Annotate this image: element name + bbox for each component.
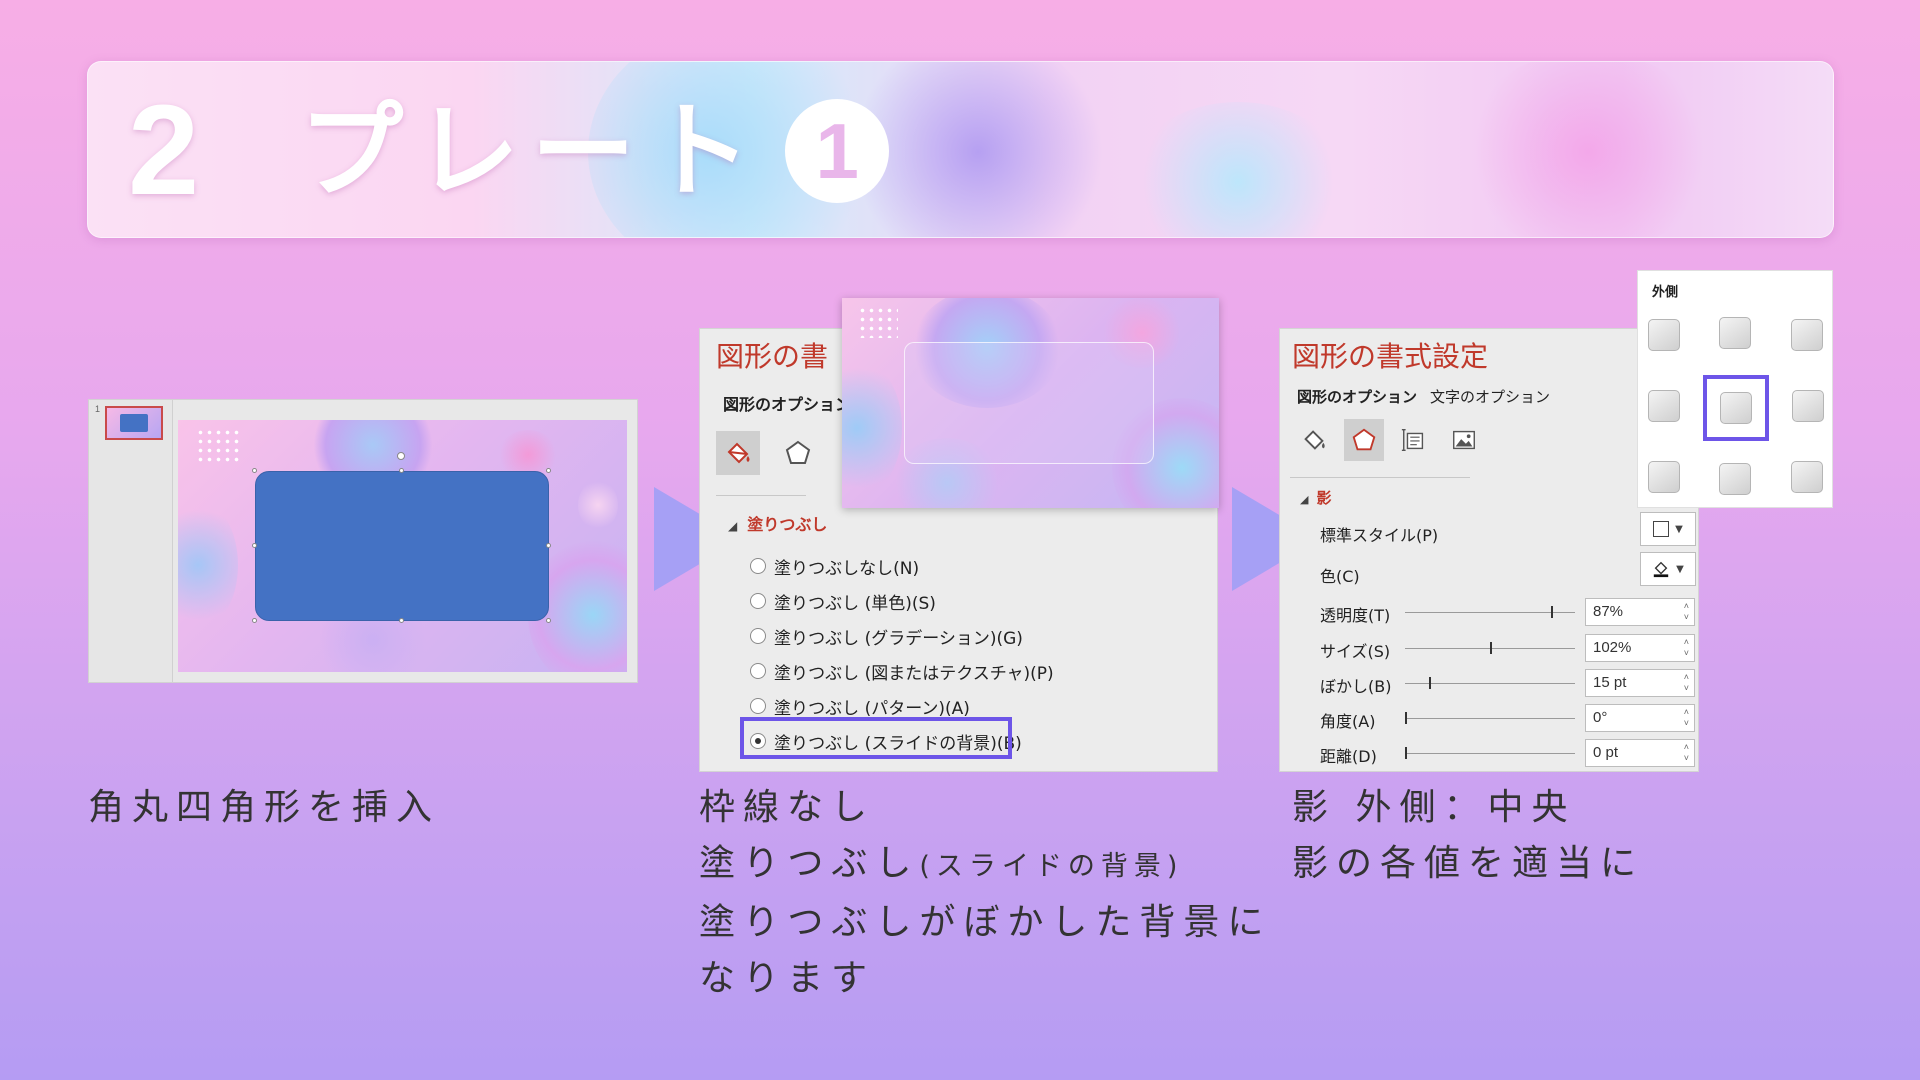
paint-bucket-icon	[1653, 561, 1669, 578]
thumbnail-rail: 1	[89, 400, 173, 682]
color-label: 色(C)	[1320, 567, 1360, 586]
transparency-slider[interactable]	[1405, 606, 1575, 618]
angle-slider[interactable]	[1405, 712, 1575, 724]
step1-caption: 角丸四角形を挿入	[88, 787, 441, 828]
blurred-slide-preview	[842, 298, 1219, 508]
angle-input[interactable]: 0° ˄ ˅	[1585, 704, 1695, 732]
fill-line-icon[interactable]	[1294, 419, 1334, 461]
slide-canvas	[178, 420, 627, 672]
slide-thumbnail[interactable]	[105, 406, 163, 440]
picture-icon[interactable]	[1444, 419, 1484, 461]
panel-title: 図形の書	[716, 340, 829, 373]
tab-shape-options[interactable]: 図形のオプション	[1297, 386, 1417, 407]
transparency-input[interactable]: 87% ˄ ˅	[1585, 598, 1695, 626]
thumbnail-number: 1	[95, 404, 101, 414]
rotate-handle[interactable]	[397, 452, 405, 460]
highlight-box	[1703, 375, 1769, 441]
chevron-down-icon: ▼	[1675, 523, 1683, 535]
panel-title: 図形の書式設定	[1292, 340, 1489, 373]
shadow-option-right[interactable]	[1792, 390, 1824, 422]
fill-line-icon[interactable]	[716, 431, 760, 475]
shadow-presets-dropdown[interactable]: ▼	[1640, 512, 1696, 546]
highlight-box	[740, 717, 1012, 759]
radio-picture-fill[interactable]: 塗りつぶし (図またはテクスチャ)(P)	[750, 659, 1054, 684]
shadow-option-top-left[interactable]	[1648, 319, 1680, 351]
step3-caption: 影 外側：中央 影の各値を適当に	[1292, 787, 1645, 884]
panel-icon-bar	[716, 431, 856, 479]
panel-icon-bar	[1294, 419, 1494, 465]
page-title: 2 プレート 1	[128, 76, 890, 226]
section-shadow[interactable]: ◢ 影	[1300, 487, 1331, 508]
size-input[interactable]: 102% ˄ ˅	[1585, 634, 1695, 662]
blurred-rounded-rectangle	[904, 342, 1154, 464]
blur-input[interactable]: 15 pt ˄ ˅	[1585, 669, 1695, 697]
angle-label: 角度(A)	[1320, 712, 1376, 731]
shadow-option-top-right[interactable]	[1791, 319, 1823, 351]
size-slider[interactable]	[1405, 642, 1575, 654]
format-shape-panel-shadow: 図形の書式設定 図形のオプション 文字のオプション ◢ 影 標準スタイル(P) ▼…	[1279, 328, 1699, 772]
shadow-option-bottom-right[interactable]	[1791, 461, 1823, 493]
effects-pentagon-icon[interactable]	[1344, 419, 1384, 461]
square-icon	[1653, 521, 1670, 537]
slide-editor-screenshot: 1	[88, 399, 638, 683]
tab-text-options[interactable]: 文字のオプション	[1430, 386, 1550, 407]
effects-pentagon-icon[interactable]	[776, 431, 820, 475]
section-number: 2	[128, 79, 200, 222]
title-banner: 2 プレート 1	[87, 61, 1834, 238]
gallery-heading: 外側	[1652, 285, 1679, 300]
circled-number: 1	[785, 99, 890, 203]
step2-caption: 枠線なし 塗りつぶし(スライドの背景) 塗りつぶしがぼかした背景に なります	[699, 787, 1272, 999]
radio-no-fill[interactable]: 塗りつぶしなし(N)	[750, 554, 919, 579]
section-fill[interactable]: ◢ 塗りつぶし	[728, 511, 827, 535]
shadow-option-bottom-left[interactable]	[1648, 461, 1680, 493]
shadow-option-bottom[interactable]	[1719, 463, 1751, 495]
radio-solid-fill[interactable]: 塗りつぶし (単色)(S)	[750, 589, 936, 614]
distance-input[interactable]: 0 pt ˄ ˅	[1585, 739, 1695, 767]
section-title: プレート	[299, 90, 764, 212]
distance-slider[interactable]	[1405, 747, 1575, 759]
chevron-down-icon: ▼	[1676, 563, 1684, 575]
outer-shadow-gallery: 外側	[1637, 270, 1833, 508]
radio-gradient-fill[interactable]: 塗りつぶし (グラデーション)(G)	[750, 624, 1023, 649]
shadow-option-left[interactable]	[1648, 390, 1680, 422]
shadow-color-dropdown[interactable]: ▼	[1640, 552, 1696, 586]
size-label: サイズ(S)	[1320, 642, 1391, 661]
blur-slider[interactable]	[1405, 677, 1575, 689]
blur-label: ぼかし(B)	[1320, 677, 1392, 696]
tab-shape-options[interactable]: 図形のオプション	[723, 391, 851, 415]
shadow-option-top[interactable]	[1719, 317, 1751, 349]
radio-pattern-fill[interactable]: 塗りつぶし (パターン)(A)	[750, 694, 970, 719]
rounded-rectangle-shape[interactable]	[255, 471, 549, 621]
size-properties-icon[interactable]	[1394, 419, 1434, 461]
distance-label: 距離(D)	[1320, 747, 1377, 766]
presets-label: 標準スタイル(P)	[1320, 526, 1439, 545]
transparency-label: 透明度(T)	[1320, 606, 1391, 625]
